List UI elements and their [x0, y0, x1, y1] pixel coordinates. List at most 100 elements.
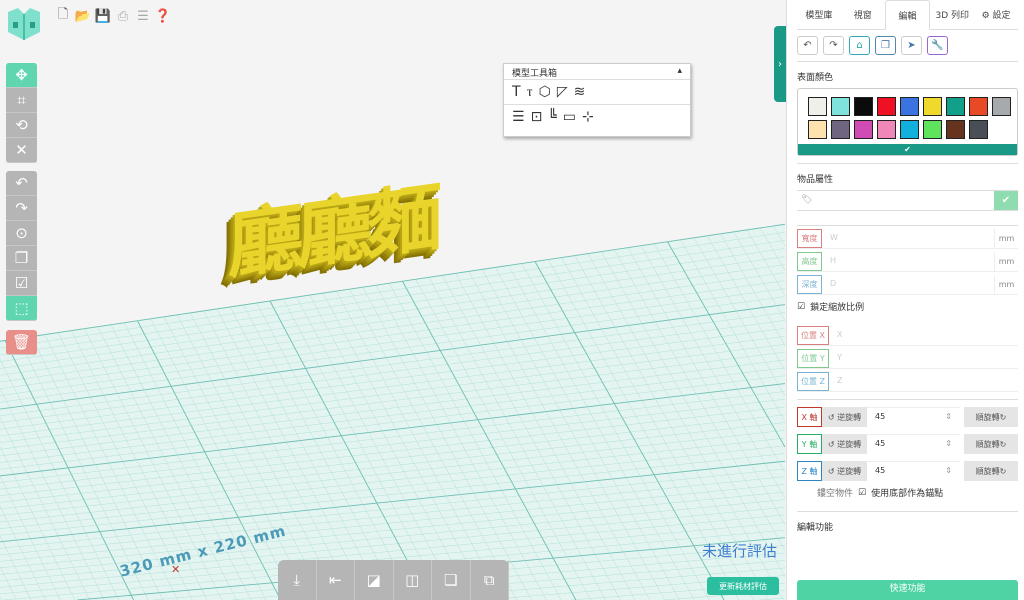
position-label: 位置 Y: [797, 349, 829, 368]
rotate-ccw-button[interactable]: ↺ 逆旋轉: [822, 407, 867, 427]
position-input[interactable]: Z: [829, 372, 1018, 391]
undo-icon[interactable]: ↶: [797, 36, 818, 55]
layers-tool-icon[interactable]: ≋: [574, 84, 586, 100]
focus-icon[interactable]: ⊙: [6, 221, 37, 246]
color-swatch[interactable]: [923, 120, 942, 139]
tab-edit[interactable]: 編輯: [884, 0, 931, 30]
color-swatch[interactable]: [877, 97, 896, 116]
edit-functions-title: 編輯功能: [797, 523, 834, 533]
text-tool-icon[interactable]: T: [512, 84, 521, 100]
redo-icon[interactable]: ↷: [823, 36, 844, 55]
color-swatch[interactable]: [808, 120, 827, 139]
tab-3d-print[interactable]: 3D 列印: [930, 0, 974, 29]
center-icon[interactable]: ⊹: [582, 109, 594, 125]
color-swatch[interactable]: [969, 120, 988, 139]
size-input[interactable]: W: [822, 229, 994, 248]
collapse-toolbox-button[interactable]: ▴: [677, 66, 682, 77]
color-swatch[interactable]: [808, 97, 827, 116]
wrench-icon[interactable]: 🔧: [927, 36, 948, 55]
split-icon[interactable]: ⧉: [471, 560, 509, 600]
box-select-icon[interactable]: ⬚: [6, 296, 37, 321]
group-icon[interactable]: ⊡: [531, 109, 543, 125]
panel-collapse-button[interactable]: ›: [774, 26, 786, 102]
edit-toolbar: ↶ ↷ ⊙ ❐ ☑ ⬚: [6, 171, 37, 321]
list-icon[interactable]: ☰: [512, 109, 525, 125]
3d-viewport[interactable]: 🗋 📂 💾 ⎙ ☰ ❓ ✥ ⌗ ⟲ ✕ ↶ ↷ ⊙ ❐ ☑ ⬚ 🗑 廳廳麵 32…: [0, 0, 785, 600]
tab-settings[interactable]: ⚙ 設定: [974, 0, 1018, 29]
help-icon[interactable]: ❓: [155, 9, 171, 24]
color-swatch[interactable]: [854, 97, 873, 116]
position-label: 位置 X: [797, 326, 829, 345]
rotate-ccw-button[interactable]: ↺ 逆旋轉: [822, 461, 867, 481]
sliders-icon[interactable]: ☰: [136, 9, 150, 24]
drop-to-plate-icon[interactable]: ⤓: [278, 560, 317, 600]
new-file-icon[interactable]: 🗋: [56, 7, 70, 23]
color-swatch[interactable]: [946, 97, 965, 116]
side-panel: 模型庫 視窗 編輯 3D 列印 ⚙ 設定 ↶ ↷ ⌂ ❐ ➤ 🔧 表面顏色 ✔ …: [786, 0, 1024, 600]
rotate-cw-button[interactable]: 順旋轉↻: [964, 407, 1018, 427]
bottom-anchor-checkbox[interactable]: ☑: [858, 488, 866, 498]
screw-tool-icon[interactable]: ⲧ: [527, 84, 533, 100]
move-icon[interactable]: ✥: [6, 63, 37, 88]
measure-icon[interactable]: ▭: [563, 109, 576, 125]
save-icon[interactable]: 💾: [95, 9, 111, 24]
rotate-icon[interactable]: ⟲: [6, 113, 37, 138]
color-swatch[interactable]: [854, 120, 873, 139]
bottom-anchor-label: 使用底部作為錨點: [871, 489, 944, 499]
color-swatch[interactable]: [900, 120, 919, 139]
copy-icon[interactable]: ❐: [875, 36, 896, 55]
pointer-icon[interactable]: ➤: [901, 36, 922, 55]
color-swatch[interactable]: [923, 97, 942, 116]
position-field: 位置 YY: [797, 349, 1018, 369]
stepper-icon[interactable]: ⇕: [945, 439, 952, 450]
redo-icon[interactable]: ↷: [6, 196, 37, 221]
align-icon[interactable]: ╚: [548, 109, 556, 125]
snap-icon[interactable]: ⇤: [317, 560, 355, 600]
rotate-ccw-button[interactable]: ↺ 逆旋轉: [822, 434, 867, 454]
confirm-tag-button[interactable]: ✔: [994, 191, 1018, 210]
size-input[interactable]: H: [822, 252, 994, 271]
quick-functions-button[interactable]: 快速功能: [797, 580, 1018, 600]
color-swatch[interactable]: [831, 120, 850, 139]
sketch-tool-icon[interactable]: ◸: [557, 84, 568, 100]
print-icon[interactable]: ⎙: [116, 9, 130, 24]
rotation-angle-input[interactable]: 45 ⇕: [867, 407, 960, 427]
rotate-cw-button[interactable]: 順旋轉↻: [964, 434, 1018, 454]
confirm-color-button[interactable]: ✔: [798, 144, 1017, 155]
rotation-angle-input[interactable]: 45 ⇕: [867, 461, 960, 481]
home-icon[interactable]: ⌂: [849, 36, 870, 55]
size-input[interactable]: D: [822, 275, 994, 294]
size-label: 高度: [797, 252, 822, 271]
select-all-icon[interactable]: ☑: [6, 271, 37, 296]
align-side-icon[interactable]: ◫: [394, 560, 432, 600]
position-input[interactable]: Y: [829, 349, 1018, 368]
open-folder-icon[interactable]: 📂: [75, 9, 91, 24]
rotate-cw-button[interactable]: 順旋轉↻: [964, 461, 1018, 481]
stepper-icon[interactable]: ⇕: [945, 412, 952, 423]
tag-input[interactable]: 🏷: [797, 191, 994, 210]
mirror-icon[interactable]: ◪: [355, 560, 394, 600]
rotation-angle-input[interactable]: 45 ⇕: [867, 434, 960, 454]
tab-view[interactable]: 視窗: [841, 0, 885, 29]
crop-icon[interactable]: ⌗: [6, 88, 37, 113]
color-swatch[interactable]: [969, 97, 988, 116]
build-plate: [0, 224, 785, 600]
app-logo: [6, 6, 42, 42]
undo-icon[interactable]: ↶: [6, 171, 37, 196]
copy-icon[interactable]: ❐: [6, 246, 37, 271]
merge-icon[interactable]: ❏: [432, 560, 471, 600]
stepper-icon[interactable]: ⇕: [945, 466, 952, 477]
tab-model-library[interactable]: 模型庫: [797, 0, 841, 29]
color-swatch[interactable]: [946, 120, 965, 139]
shape-tool-icon[interactable]: ⬡: [539, 84, 551, 100]
color-swatch[interactable]: [900, 97, 919, 116]
color-swatch[interactable]: [992, 97, 1011, 116]
color-swatch[interactable]: [877, 120, 896, 139]
position-input[interactable]: X: [829, 326, 1018, 345]
lock-ratio-checkbox[interactable]: ☑: [797, 302, 805, 312]
trash-icon[interactable]: 🗑: [6, 330, 37, 355]
update-evaluation-button[interactable]: 更新耗材評估: [707, 577, 779, 595]
color-swatch[interactable]: [831, 97, 850, 116]
close-icon[interactable]: ✕: [6, 138, 37, 163]
color-picker: ✔: [797, 88, 1018, 156]
